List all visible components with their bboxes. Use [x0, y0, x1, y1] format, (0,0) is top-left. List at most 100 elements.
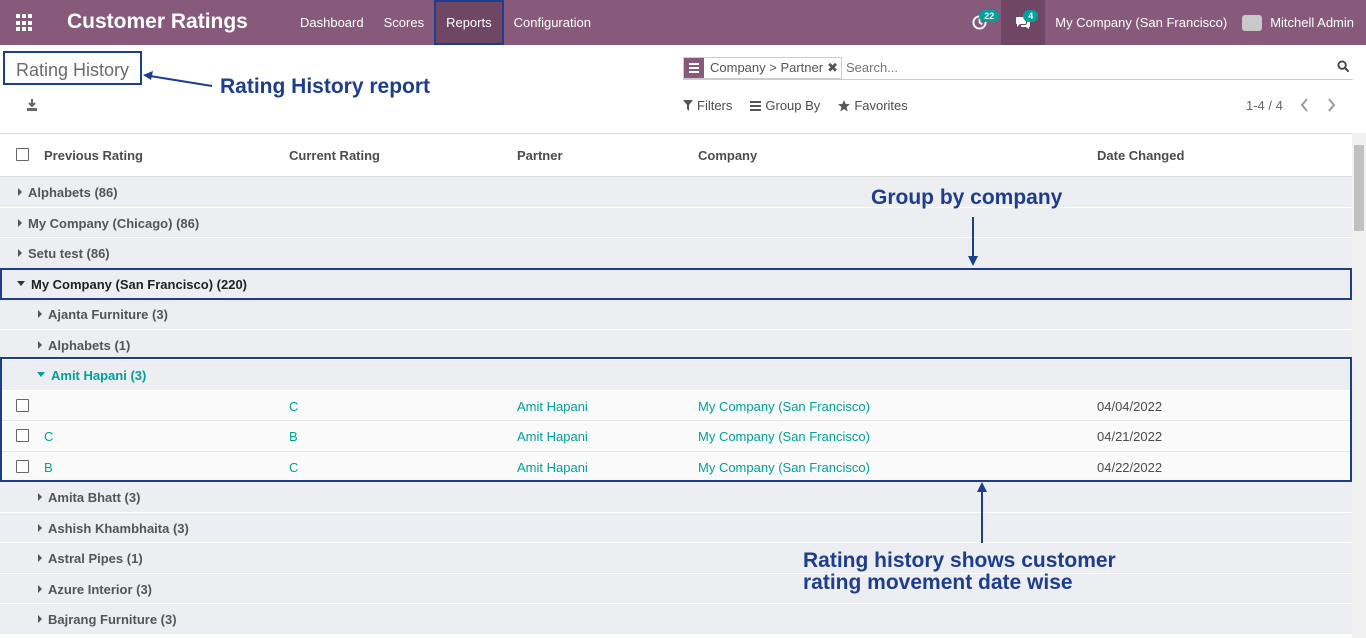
facet-label: Company > Partner: [710, 60, 824, 75]
cell-company[interactable]: My Company (San Francisco): [698, 399, 870, 414]
menu-scores[interactable]: Scores: [374, 0, 434, 45]
subgroup-row[interactable]: Bajrang Furniture (3): [0, 604, 1352, 635]
cell-current-rating: C: [289, 459, 299, 475]
subgroup-row-open[interactable]: Amit Hapani (3): [0, 360, 1352, 391]
list-view: Previous Rating Current Rating Partner C…: [0, 133, 1352, 635]
scrollbar-thumb[interactable]: [1354, 145, 1364, 231]
apps-grid-icon[interactable]: [16, 14, 34, 32]
subgroup-row[interactable]: Astral Pipes (1): [0, 543, 1352, 574]
chevron-right-icon[interactable]: [1327, 98, 1336, 112]
company-switcher[interactable]: My Company (San Francisco): [1045, 15, 1242, 30]
arrowhead-report: [143, 71, 153, 80]
breadcrumb: Rating History: [3, 51, 142, 85]
download-icon[interactable]: [26, 98, 38, 112]
subgroup-label: Amita Bhatt (3): [48, 490, 141, 505]
message-badge: 4: [1023, 10, 1039, 22]
caret-right-icon: [18, 249, 22, 257]
annotation-history-line2: rating movement date wise: [803, 571, 1073, 594]
cell-current-rating: B: [289, 429, 298, 444]
subgroup-row[interactable]: Amita Bhatt (3): [0, 482, 1352, 513]
caret-right-icon: [38, 493, 42, 501]
row-checkbox[interactable]: [16, 459, 29, 473]
header-partner[interactable]: Partner: [517, 148, 563, 163]
cell-current-rating: C: [289, 398, 299, 414]
annotation-history-line1: Rating history shows customer: [803, 549, 1116, 572]
cell-previous-rating: C: [44, 429, 54, 444]
remove-facet-icon[interactable]: ✖: [827, 60, 841, 76]
cell-partner[interactable]: Amit Hapani: [517, 399, 588, 414]
cell-partner[interactable]: Amit Hapani: [517, 460, 588, 475]
subgroup-row[interactable]: Alphabets (1): [0, 329, 1352, 360]
search-options: Filters Group By Favorites: [683, 98, 908, 113]
caret-right-icon: [38, 310, 42, 318]
menu-configuration[interactable]: Configuration: [504, 0, 601, 45]
activity-badge: 22: [979, 10, 1000, 22]
subgroup-row[interactable]: Azure Interior (3): [0, 573, 1352, 604]
group-row[interactable]: Setu test (86): [0, 238, 1352, 269]
subgroup-row[interactable]: Ajanta Furniture (3): [0, 299, 1352, 330]
caret-right-icon: [38, 340, 42, 349]
select-all-checkbox[interactable]: [16, 148, 29, 161]
search-bar: Company > Partner ✖: [683, 56, 1353, 80]
caret-down-icon: [37, 372, 45, 377]
user-name: Mitchell Admin: [1270, 15, 1354, 30]
annotation-groupby: Group by company: [871, 186, 1063, 209]
group-label: Setu test (86): [28, 246, 110, 261]
subgroup-row[interactable]: Ashish Khambhaita (3): [0, 512, 1352, 543]
group-label: My Company (San Francisco) (220): [31, 276, 247, 292]
caret-right-icon: [38, 584, 42, 593]
subgroup-label: Astral Pipes (1): [48, 551, 143, 566]
table-row[interactable]: C Amit Hapani My Company (San Francisco)…: [0, 390, 1352, 421]
user-menu[interactable]: Mitchell Admin: [1242, 14, 1366, 31]
chevron-left-icon[interactable]: [1300, 98, 1309, 112]
caret-down-icon: [17, 280, 25, 286]
systray: 22 4 My Company (San Francisco) Mitchell…: [957, 0, 1366, 45]
search-input[interactable]: [846, 60, 1353, 75]
menu-reports[interactable]: Reports: [434, 0, 504, 45]
table-row[interactable]: C B Amit Hapani My Company (San Francisc…: [0, 421, 1352, 452]
favorites-button[interactable]: Favorites: [838, 98, 908, 113]
table-row[interactable]: B C Amit Hapani My Company (San Francisc…: [0, 451, 1352, 482]
caret-right-icon: [38, 615, 42, 623]
subgroup-label: Ajanta Furniture (3): [48, 307, 168, 322]
menu-dashboard[interactable]: Dashboard: [290, 0, 374, 45]
main-menu: Dashboard Scores Reports Configuration: [290, 0, 601, 45]
cell-partner[interactable]: Amit Hapani: [517, 429, 588, 444]
row-checkbox[interactable]: [16, 429, 29, 442]
caret-right-icon: [18, 218, 22, 227]
subgroup-label: Azure Interior (3): [48, 581, 153, 597]
pager-nav: [1300, 98, 1336, 112]
groupby-label: Group By: [765, 98, 821, 113]
cell-company[interactable]: My Company (San Francisco): [698, 429, 870, 444]
filters-button[interactable]: Filters: [683, 98, 732, 113]
header-current-rating[interactable]: Current Rating: [289, 148, 380, 163]
group-row[interactable]: Alphabets (86): [0, 177, 1352, 208]
messaging-menu[interactable]: 4: [1001, 0, 1046, 45]
app-title[interactable]: Customer Ratings: [67, 10, 248, 34]
groupby-button[interactable]: Group By: [750, 98, 820, 113]
annotation-history: Rating history shows customer rating mov…: [803, 550, 1116, 594]
pager-value[interactable]: 1-4 / 4: [1246, 98, 1283, 113]
group-row-open[interactable]: My Company (San Francisco) (220): [0, 268, 1352, 299]
filters-label: Filters: [697, 98, 733, 113]
scrollbar[interactable]: [1352, 133, 1366, 638]
header-company[interactable]: Company: [698, 148, 757, 163]
cell-date: 04/04/2022: [1097, 398, 1163, 414]
activity-menu[interactable]: 22: [957, 0, 1001, 45]
cell-company[interactable]: My Company (San Francisco): [698, 460, 870, 475]
subgroup-label: Amit Hapani (3): [51, 368, 147, 383]
top-navbar: Customer Ratings Dashboard Scores Report…: [0, 0, 1366, 45]
star-icon: [838, 99, 851, 111]
cell-date: 04/22/2022: [1097, 459, 1163, 475]
header-date-changed[interactable]: Date Changed: [1097, 148, 1184, 163]
group-label: Alphabets (86): [28, 185, 118, 200]
cell-previous-rating: B: [44, 459, 53, 475]
group-row[interactable]: My Company (Chicago) (86): [0, 207, 1352, 238]
filter-icon: [683, 100, 693, 111]
groupby-facet-icon: [684, 57, 704, 78]
search-facet[interactable]: Company > Partner ✖: [683, 56, 842, 79]
search-icon[interactable]: [1337, 60, 1350, 73]
subgroup-label: Alphabets (1): [48, 337, 131, 353]
row-checkbox[interactable]: [16, 398, 29, 412]
header-previous-rating[interactable]: Previous Rating: [44, 148, 143, 163]
